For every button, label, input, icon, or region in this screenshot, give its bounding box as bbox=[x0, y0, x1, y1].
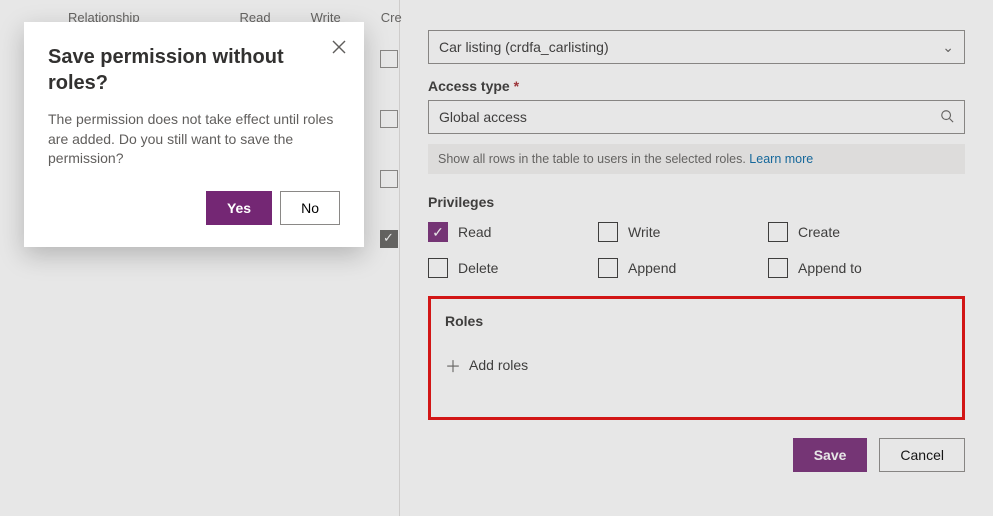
close-button[interactable] bbox=[332, 40, 346, 59]
yes-button[interactable]: Yes bbox=[206, 191, 272, 225]
no-button[interactable]: No bbox=[280, 191, 340, 225]
dialog-body: The permission does not take effect unti… bbox=[48, 110, 340, 169]
close-icon bbox=[332, 40, 346, 54]
dialog-title: Save permission without roles? bbox=[48, 44, 340, 96]
confirm-dialog: Save permission without roles? The permi… bbox=[24, 22, 364, 247]
